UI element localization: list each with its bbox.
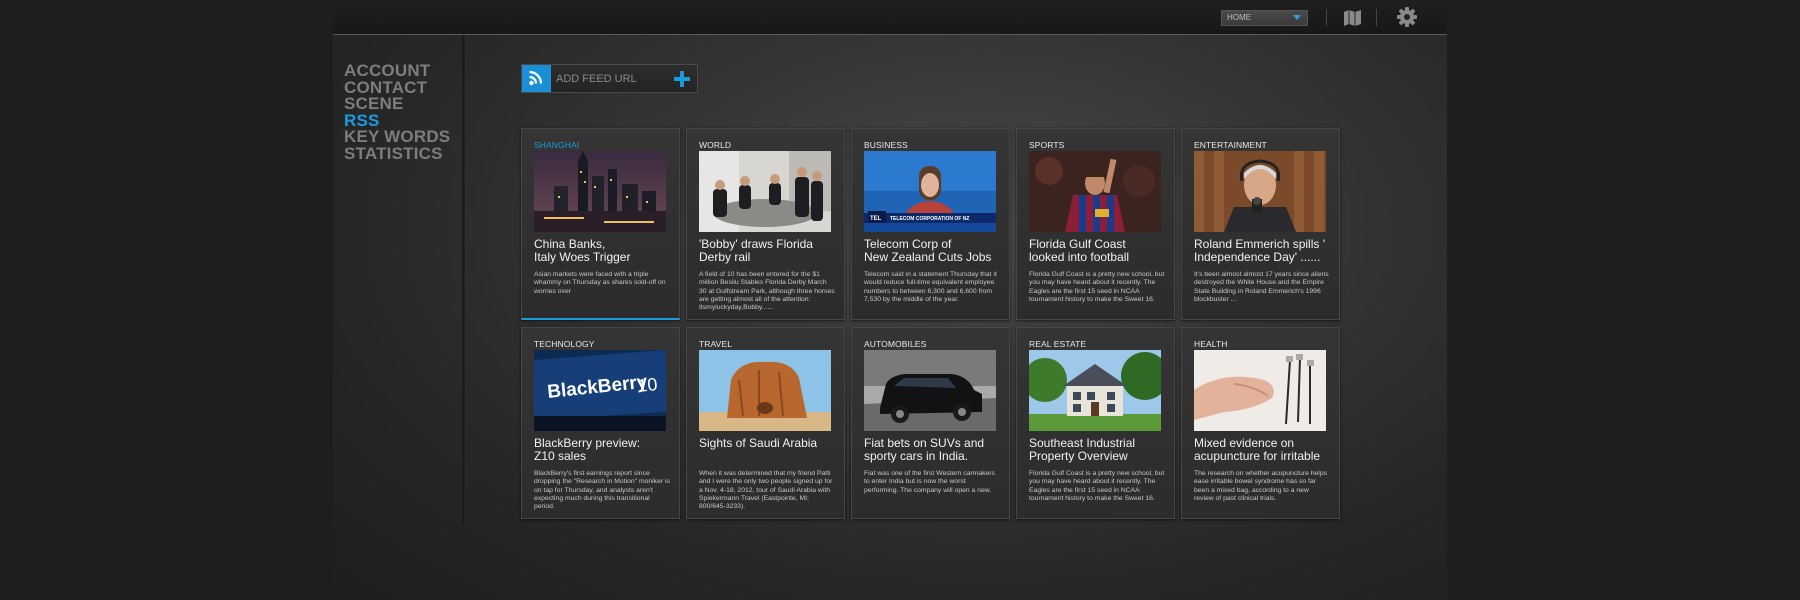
card-summary: Telecom said in a statement Thursday tha… xyxy=(864,271,997,303)
settings-nav: ACCOUNT CONTACT SCENE RSS KEY WORDS STAT… xyxy=(344,62,474,163)
map-icon[interactable] xyxy=(1343,8,1362,32)
plus-icon[interactable] xyxy=(673,70,691,88)
feed-card[interactable]: WORLD 'Bobby' draws Florida Derby rail A… xyxy=(686,128,845,320)
gear-icon[interactable] xyxy=(1396,6,1418,33)
feed-url-input[interactable] xyxy=(556,65,671,92)
card-image xyxy=(1194,350,1326,431)
top-bar: HOME xyxy=(333,0,1447,35)
bb-version: 10 xyxy=(636,374,658,396)
card-category: BUSINESS xyxy=(864,140,908,150)
card-headline: Sights of Saudi Arabia xyxy=(699,436,818,450)
card-headline: Southeast Industrial Property Overview xyxy=(1029,436,1136,463)
card-summary: Fiat was one of the first Western carmak… xyxy=(864,470,995,494)
feed-card[interactable]: BUSINESS TEL TELECOM CORPORATION OF NZ T… xyxy=(851,128,1010,320)
card-category: ENTERTAINMENT xyxy=(1194,140,1267,150)
chevron-down-icon xyxy=(1293,15,1301,20)
news-ticker: TELECOM CORPORATION OF NZ xyxy=(890,216,969,222)
card-summary: A field of 10 has been entered for the $… xyxy=(699,271,835,312)
card-category: REAL ESTATE xyxy=(1029,339,1087,349)
feed-card[interactable]: REAL ESTATE Southeast Industrial Propert… xyxy=(1016,327,1175,519)
card-headline: 'Bobby' draws Florida Derby rail xyxy=(699,237,813,264)
card-image xyxy=(534,151,666,232)
left-backdrop xyxy=(0,0,333,600)
card-image xyxy=(864,350,996,431)
divider xyxy=(1376,9,1377,26)
card-category: WORLD xyxy=(699,140,732,150)
location-select[interactable]: HOME xyxy=(1221,10,1308,26)
right-backdrop xyxy=(1447,0,1800,600)
card-image xyxy=(1029,350,1161,431)
card-summary: The research on whether acupuncture help… xyxy=(1194,470,1327,502)
location-select-value: HOME xyxy=(1227,13,1251,22)
feed-card[interactable]: SHANGHAI China Banks, Italy Woes Trigger xyxy=(521,128,680,320)
card-headline: Fiat bets on SUVs and sporty cars in Ind… xyxy=(864,436,985,463)
card-headline: Florida Gulf Coast looked into football xyxy=(1029,237,1130,264)
app-stage: HOME ACCOUNT CONTACT SCENE RSS KEY WORDS… xyxy=(333,0,1447,600)
card-image xyxy=(1194,151,1326,232)
nav-item-statistics[interactable]: STATISTICS xyxy=(344,145,474,163)
card-summary: BlackBerry's first earnings report since… xyxy=(534,470,670,511)
feed-card[interactable]: ENTERTAINMENT Roland Emmerich spills ' I… xyxy=(1181,128,1340,320)
add-feed-bar xyxy=(521,64,698,93)
card-summary: Florida Gulf Coast is a pretty new schoo… xyxy=(1029,271,1165,303)
feed-card[interactable]: AUTOMOBILES Fiat bets on SUVs and sporty… xyxy=(851,327,1010,519)
card-summary: When it was determined that my friend Pa… xyxy=(699,470,833,511)
divider xyxy=(1326,9,1327,26)
card-category: SPORTS xyxy=(1029,140,1065,150)
card-summary: Asian markets were faced with a triple w… xyxy=(534,271,666,295)
card-headline: China Banks, Italy Woes Trigger xyxy=(534,237,631,264)
feed-card[interactable]: TECHNOLOGY BlackBerry 10 BlackBerry prev… xyxy=(521,327,680,519)
card-summary: It's been almost almost 17 years since a… xyxy=(1194,271,1329,303)
feed-card[interactable]: HEALTH Mixed evidence on acupuncture for… xyxy=(1181,327,1340,519)
news-logo: TEL xyxy=(870,216,882,222)
card-category: AUTOMOBILES xyxy=(864,339,927,349)
card-category: SHANGHAI xyxy=(534,140,580,150)
card-image: TEL TELECOM CORPORATION OF NZ xyxy=(864,151,996,232)
card-headline: BlackBerry preview: Z10 sales xyxy=(534,436,641,463)
card-headline: Telecom Corp of New Zealand Cuts Jobs xyxy=(864,237,992,264)
feed-card[interactable]: SPORTS Florida Gulf Coast looked into fo… xyxy=(1016,128,1175,320)
card-image: BlackBerry 10 xyxy=(534,350,666,431)
rss-icon xyxy=(522,65,551,92)
card-image xyxy=(699,151,831,232)
card-category: TRAVEL xyxy=(699,339,733,349)
card-image xyxy=(1029,151,1161,232)
card-category: HEALTH xyxy=(1194,339,1228,349)
feed-card[interactable]: TRAVEL Sights of Saudi Arabia When it wa… xyxy=(686,327,845,519)
card-headline: Roland Emmerich spills ' Independence Da… xyxy=(1194,237,1325,264)
card-headline: Mixed evidence on acupuncture for irrita… xyxy=(1194,436,1321,463)
card-summary: Florida Gulf Coast is a pretty new schoo… xyxy=(1029,470,1165,502)
card-image xyxy=(699,350,831,431)
card-category: TECHNOLOGY xyxy=(534,339,595,349)
